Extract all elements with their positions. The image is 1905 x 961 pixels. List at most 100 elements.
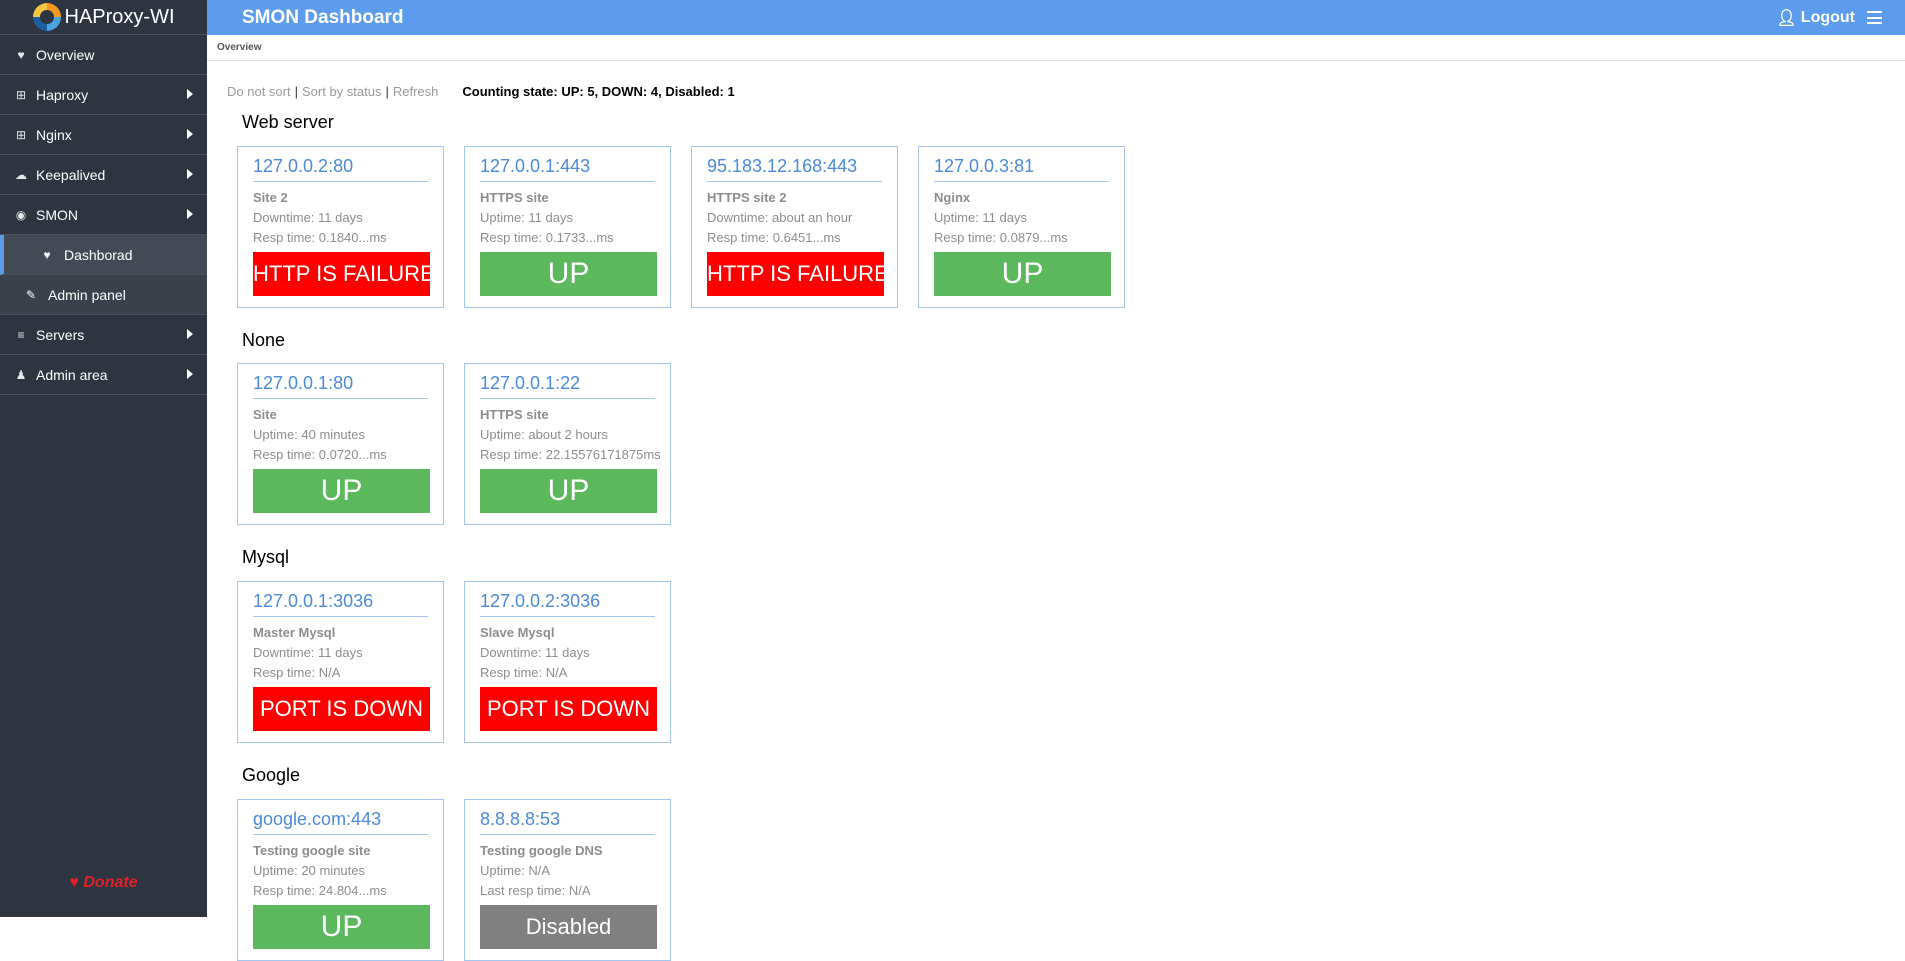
check-uptime: Uptime: 11 days <box>480 210 573 225</box>
haproxy-wi-logo-icon <box>32 3 61 31</box>
check-address[interactable]: 127.0.0.1:3036 <box>253 591 428 617</box>
sidebar-item-label: Keepalived <box>36 166 106 183</box>
sidebar-item-smon[interactable]: ◉ SMON <box>0 195 207 235</box>
check-card: 127.0.0.1:80 Site Uptime: 40 minutes Res… <box>237 363 444 525</box>
heartbeat-icon: ♥ <box>17 47 25 62</box>
donate-label: Donate <box>83 874 138 891</box>
sidebar-item-keepalived[interactable]: ☁ Keepalived <box>0 155 207 195</box>
sidebar-item-nginx[interactable]: ⊞ Nginx <box>0 115 207 155</box>
check-name: Nginx <box>934 190 971 205</box>
check-card: 127.0.0.2:3036 Slave Mysql Downtime: 11 … <box>464 581 671 743</box>
check-name: HTTPS site <box>480 407 549 422</box>
chevron-right-icon <box>187 369 193 379</box>
check-uptime: Uptime: 40 minutes <box>253 427 365 442</box>
status-badge: PORT IS DOWN <box>253 687 430 731</box>
refresh-link[interactable]: Refresh <box>393 84 439 99</box>
group-title: None <box>242 330 286 350</box>
check-name: Slave Mysql <box>480 625 555 640</box>
sort-controls: Do not sort | Sort by status | Refresh C… <box>227 84 735 99</box>
do-not-sort-link[interactable]: Do not sort <box>227 84 291 99</box>
check-uptime: Downtime: 11 days <box>253 210 363 225</box>
check-card: 8.8.8.8:53 Testing google DNS Uptime: N/… <box>464 799 671 961</box>
sidebar-subitem-dashboard[interactable]: ♥ Dashborad <box>0 235 207 275</box>
check-card: 127.0.0.1:22 HTTPS site Uptime: about 2 … <box>464 363 671 525</box>
check-address[interactable]: 127.0.0.2:80 <box>253 156 428 182</box>
check-resp-time: Resp time: 22.15576171875ms <box>480 447 661 462</box>
sidebar-item-label: Nginx <box>36 126 72 143</box>
status-badge: UP <box>480 252 657 296</box>
check-card: google.com:443 Testing google site Uptim… <box>237 799 444 961</box>
check-address[interactable]: 127.0.0.1:443 <box>480 156 655 182</box>
sidebar-item-servers[interactable]: ≡ Servers <box>0 315 207 355</box>
user-secret-icon: ♟ <box>15 367 27 382</box>
check-resp-time: Resp time: N/A <box>253 665 341 680</box>
sidebar-item-label: Overview <box>36 46 95 63</box>
separator: | <box>294 84 298 99</box>
check-uptime: Uptime: 20 minutes <box>253 863 365 878</box>
check-address[interactable]: google.com:443 <box>253 809 428 835</box>
check-address[interactable]: 127.0.0.1:80 <box>253 373 428 399</box>
status-badge: UP <box>934 252 1111 296</box>
check-resp-time: Resp time: 0.6451...ms <box>707 230 841 245</box>
check-uptime: Uptime: about 2 hours <box>480 427 608 442</box>
status-badge: UP <box>253 469 430 513</box>
user-icon: 👤︎ <box>1776 10 1797 27</box>
cloud-icon: ☁ <box>15 167 27 182</box>
chevron-right-icon <box>187 89 193 99</box>
page-title: SMON Dashboard <box>242 6 404 28</box>
group-title: Mysql <box>242 547 290 567</box>
sidebar: HAProxy-WI ♥ Overview ⊞ Haproxy ⊞ Nginx … <box>0 0 207 917</box>
sidebar-item-label: Haproxy <box>36 86 89 103</box>
sidebar-item-haproxy[interactable]: ⊞ Haproxy <box>0 75 207 115</box>
group-title: Web server <box>242 112 334 132</box>
check-address[interactable]: 127.0.0.2:3036 <box>480 591 655 617</box>
breadcrumb-item[interactable]: Overview <box>217 42 261 53</box>
breadcrumb: Overview <box>207 35 1905 61</box>
check-address[interactable]: 95.183.12.168:443 <box>707 156 882 182</box>
check-name: Site <box>253 407 277 422</box>
chevron-right-icon <box>187 329 193 339</box>
group-title: Google <box>242 765 301 785</box>
sitemap-icon: ⊞ <box>15 87 27 102</box>
check-resp-time: Resp time: 0.0720...ms <box>253 447 387 462</box>
check-address[interactable]: 127.0.0.3:81 <box>934 156 1109 182</box>
top-bar: SMON Dashboard 👤︎ Logout <box>207 0 1905 35</box>
heart-icon: ♥ <box>69 874 79 891</box>
check-resp-time: Resp time: 0.1733...ms <box>480 230 614 245</box>
sidebar-item-label: Admin area <box>36 366 108 383</box>
check-name: Site 2 <box>253 190 288 205</box>
donate-link[interactable]: ♥ Donate <box>0 874 207 892</box>
status-badge: HTTP IS FAILURE <box>253 252 435 296</box>
status-badge: UP <box>480 469 657 513</box>
sidebar-subitem-admin-panel[interactable]: ✎ Admin panel <box>0 275 207 315</box>
sidebar-item-label: Admin panel <box>48 286 126 303</box>
check-resp-time: Resp time: 0.0879...ms <box>934 230 1068 245</box>
sidebar-item-admin-area[interactable]: ♟ Admin area <box>0 355 207 395</box>
app-logo[interactable]: HAProxy-WI <box>0 0 207 35</box>
sidebar-item-label: Servers <box>36 326 85 343</box>
check-address[interactable]: 127.0.0.1:22 <box>480 373 655 399</box>
sidebar-item-label: SMON <box>36 206 78 223</box>
sidebar-item-overview[interactable]: ♥ Overview <box>0 35 207 75</box>
check-uptime: Downtime: about an hour <box>707 210 853 225</box>
check-card: 127.0.0.1:3036 Master Mysql Downtime: 11… <box>237 581 444 743</box>
logout-label: Logout <box>1800 9 1855 26</box>
edit-icon: ✎ <box>25 287 37 302</box>
check-resp-time: Resp time: 0.1840...ms <box>253 230 387 245</box>
check-uptime: Uptime: N/A <box>480 863 551 878</box>
status-badge: PORT IS DOWN <box>480 687 657 731</box>
chevron-right-icon <box>187 169 193 179</box>
separator: | <box>385 84 389 99</box>
eye-icon: ◉ <box>15 207 27 222</box>
check-card: 127.0.0.1:443 HTTPS site Uptime: 11 days… <box>464 146 671 308</box>
status-badge: HTTP IS FAILURE <box>707 252 889 296</box>
check-name: Testing google DNS <box>480 843 603 858</box>
logout-button[interactable]: 👤︎ Logout <box>1776 8 1855 28</box>
check-name: HTTPS site <box>480 190 549 205</box>
chevron-right-icon <box>187 129 193 139</box>
check-address[interactable]: 8.8.8.8:53 <box>480 809 655 835</box>
sitemap-icon: ⊞ <box>15 127 27 142</box>
hamburger-menu-icon[interactable] <box>1867 11 1882 24</box>
counting-state: Counting state: UP: 5, DOWN: 4, Disabled… <box>462 84 735 99</box>
sort-by-status-link[interactable]: Sort by status <box>302 84 381 99</box>
